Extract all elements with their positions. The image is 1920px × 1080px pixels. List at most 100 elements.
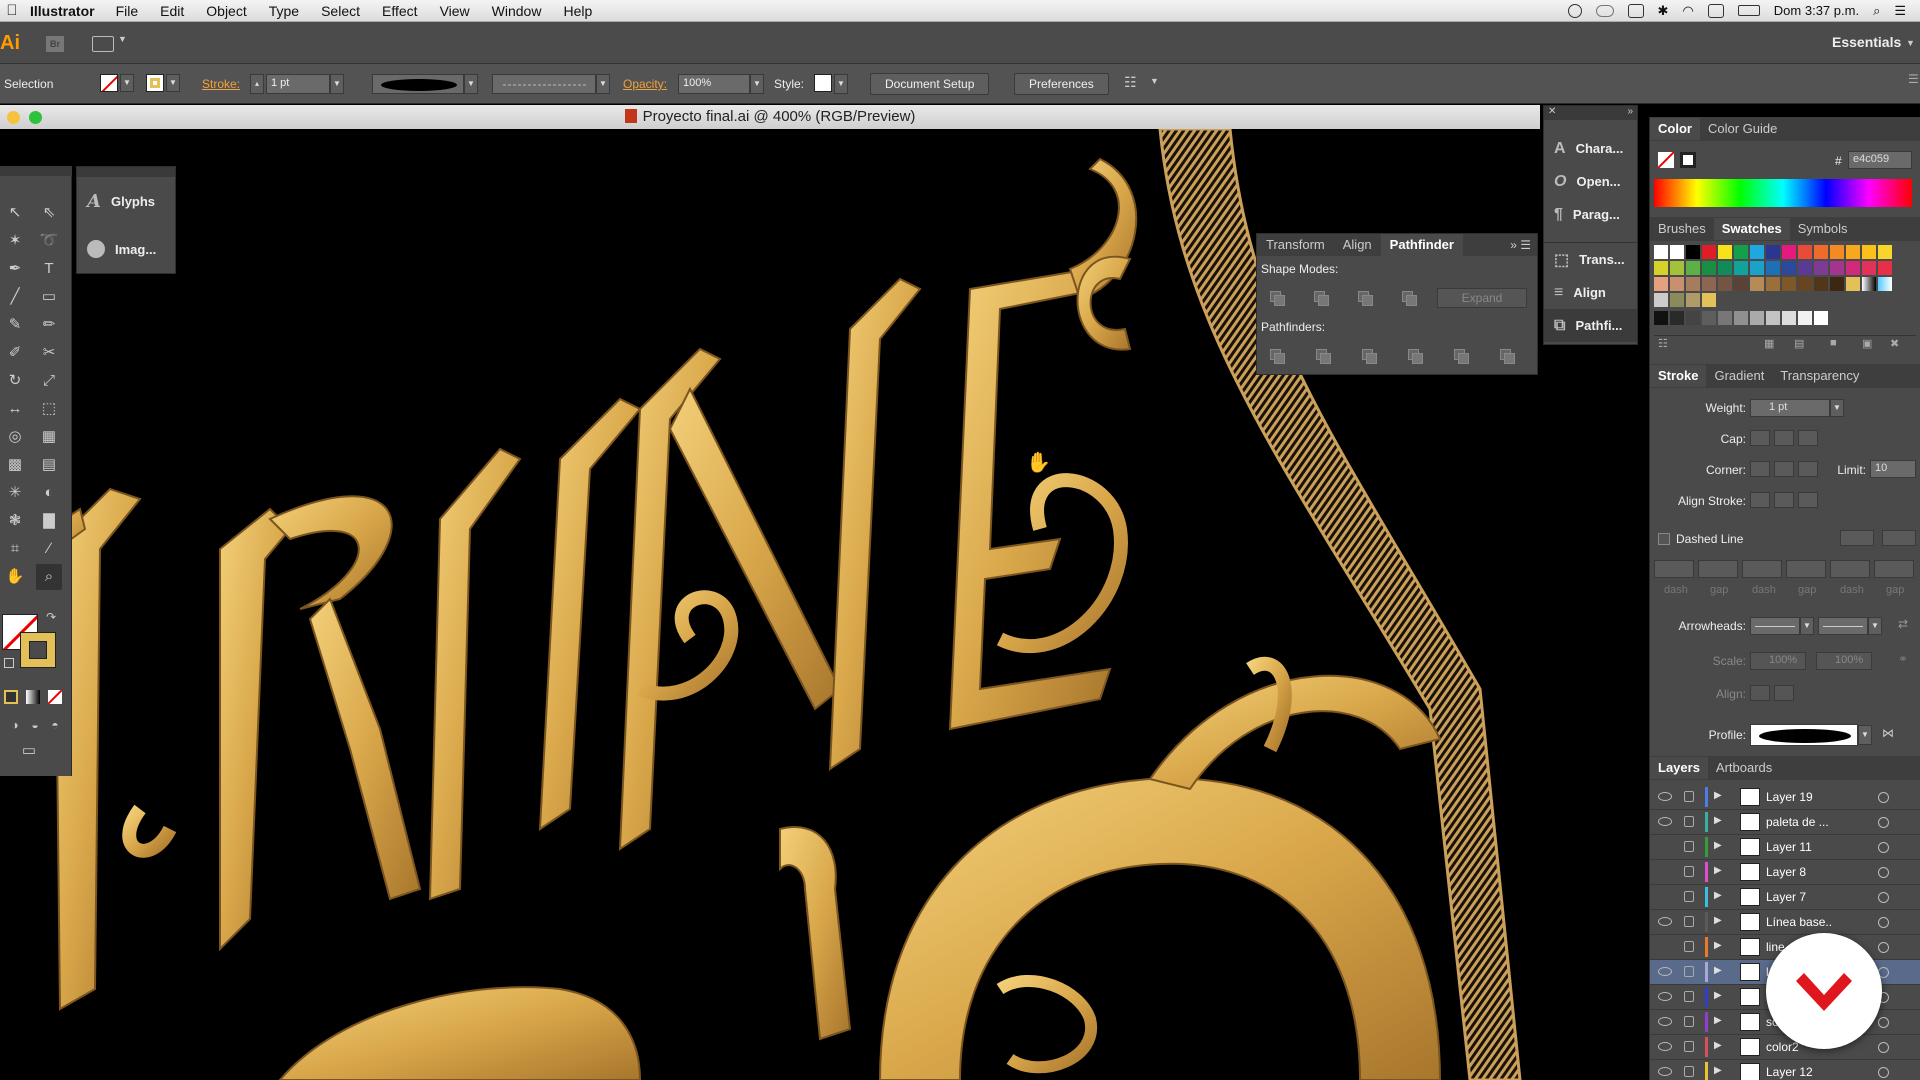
none-mode-icon[interactable] [48, 690, 62, 704]
swatch[interactable] [1654, 277, 1668, 291]
swatch[interactable] [1670, 245, 1684, 259]
swatch[interactable] [1814, 261, 1828, 275]
show-swatch-kinds-icon[interactable]: ▦ [1764, 337, 1774, 350]
arrow-tip-at-end-button[interactable] [1774, 685, 1794, 701]
rotate-tool-icon[interactable]: ↻ [2, 368, 28, 394]
panel-menu-icon[interactable]: » ☰ [1510, 238, 1537, 252]
gap-field[interactable] [1698, 560, 1738, 578]
disclosure-triangle-icon[interactable]: ▶ [1714, 940, 1722, 951]
tab-transform[interactable]: Transform [1257, 234, 1334, 256]
target-circle-icon[interactable] [1878, 867, 1889, 878]
swatch-pattern[interactable] [1686, 293, 1700, 307]
lock-icon[interactable] [1684, 891, 1694, 902]
layer-name[interactable]: Línea base.. [1766, 915, 1832, 929]
lock-icon[interactable] [1684, 791, 1694, 802]
chevron-down-icon[interactable]: ▼ [120, 74, 134, 92]
layer-row[interactable]: ▶ Layer 8 [1650, 860, 1920, 885]
disclosure-triangle-icon[interactable]: ▶ [1714, 815, 1722, 826]
arrange-documents-icon[interactable] [92, 36, 114, 52]
workspace-switcher[interactable]: Essentials [1832, 34, 1901, 50]
target-circle-icon[interactable] [1878, 792, 1889, 803]
bridge-button[interactable]: Br [46, 36, 64, 52]
selection-tool-icon[interactable]: ↖ [2, 200, 28, 226]
tab-pathfinder[interactable]: Pathfinder [1380, 234, 1463, 256]
trim-button[interactable] [1311, 344, 1333, 366]
disclosure-triangle-icon[interactable]: ▶ [1714, 1040, 1722, 1051]
swatch[interactable] [1814, 277, 1828, 291]
preserve-dash-button[interactable] [1840, 530, 1874, 546]
swatch[interactable] [1718, 245, 1732, 259]
limit-field[interactable]: 10 [1870, 460, 1916, 478]
swap-arrowheads-icon[interactable]: ⇄ [1898, 617, 1908, 631]
stroke-color-swatch[interactable] [146, 74, 164, 92]
transform-panel-button[interactable]: ⬚ Trans... [1544, 243, 1637, 276]
new-swatch-icon[interactable]: ▣ [1862, 337, 1872, 350]
gradient-mode-icon[interactable] [26, 690, 40, 704]
link-scale-icon[interactable]: ⚭ [1898, 652, 1908, 666]
creative-cloud-icon[interactable] [1595, 4, 1614, 17]
swatch[interactable] [1782, 245, 1796, 259]
document-setup-button[interactable]: Document Setup [870, 73, 990, 95]
pen-tool-icon[interactable]: ✒ [2, 256, 28, 282]
chevron-down-icon[interactable]: ▼ [750, 74, 764, 94]
chevron-down-icon[interactable]: ▼ [596, 74, 610, 94]
swatch[interactable] [1718, 261, 1732, 275]
delete-swatch-icon[interactable]: ✖ [1890, 337, 1899, 350]
layer-row[interactable]: ▶ Layer 11 [1650, 835, 1920, 860]
character-panel-button[interactable]: A Chara... [1544, 132, 1637, 165]
slice-tool-icon[interactable]: ∕ [36, 536, 62, 562]
eyedropper-tool-icon[interactable]: ✳ [2, 480, 28, 506]
swatch[interactable] [1798, 277, 1812, 291]
chevron-down-icon[interactable]: ▼ [834, 74, 848, 94]
menu-select[interactable]: Select [310, 3, 371, 19]
swatch-gray[interactable] [1654, 311, 1668, 325]
miter-join-button[interactable] [1750, 461, 1770, 477]
swatch[interactable] [1702, 261, 1716, 275]
target-circle-icon[interactable] [1878, 817, 1889, 828]
width-profile-select[interactable] [1750, 724, 1858, 746]
line-tool-icon[interactable]: ╱ [2, 284, 28, 310]
swatch[interactable] [1814, 245, 1828, 259]
swatch-gray[interactable] [1782, 311, 1796, 325]
new-color-group-icon[interactable]: ■ [1830, 337, 1837, 349]
notification-list-icon[interactable]: ☰ [1894, 3, 1906, 19]
chevron-down-icon[interactable]: ▼ [1906, 38, 1915, 48]
hex-color-field[interactable]: e4c059 [1848, 151, 1912, 169]
expand-button[interactable]: Expand [1437, 288, 1527, 308]
chevron-down-icon[interactable]: ▼ [1800, 617, 1814, 635]
variable-width-profile[interactable] [372, 74, 464, 94]
swatch[interactable] [1686, 277, 1700, 291]
scale-tool-icon[interactable]: ⤢ [36, 368, 62, 394]
swatch-gray[interactable] [1686, 311, 1700, 325]
blend-tool-icon[interactable]: ◐ [36, 480, 62, 506]
swatch[interactable] [1686, 261, 1700, 275]
type-tool-icon[interactable]: T [36, 256, 62, 282]
disclosure-triangle-icon[interactable]: ▶ [1714, 890, 1722, 901]
round-cap-button[interactable] [1774, 430, 1794, 446]
free-transform-tool-icon[interactable]: ⬚ [36, 396, 62, 422]
align-panel-button[interactable]: ≡ Align [1544, 276, 1637, 309]
magic-wand-tool-icon[interactable]: ✶ [2, 228, 28, 254]
paragraph-panel-button[interactable]: ¶ Parag... [1544, 198, 1637, 231]
stroke-color-box[interactable] [20, 632, 56, 668]
swatch-gradient[interactable] [1878, 277, 1892, 291]
lock-icon[interactable] [1684, 916, 1694, 927]
projecting-cap-button[interactable] [1798, 430, 1818, 446]
menu-help[interactable]: Help [552, 3, 603, 19]
butt-cap-button[interactable] [1750, 430, 1770, 446]
tab-layers[interactable]: Layers [1650, 757, 1708, 779]
lock-icon[interactable] [1684, 1041, 1694, 1052]
swatch[interactable] [1830, 261, 1844, 275]
menu-app-name[interactable]: Illustrator [24, 3, 105, 19]
lasso-tool-icon[interactable]: ➰ [36, 228, 62, 254]
brush-definition[interactable] [492, 74, 596, 94]
lock-icon[interactable] [1684, 841, 1694, 852]
opacity-label[interactable]: Opacity: [623, 77, 667, 91]
swatch[interactable] [1766, 277, 1780, 291]
swatch-gray[interactable] [1702, 311, 1716, 325]
chevron-down-icon[interactable]: ▼ [330, 74, 344, 94]
visibility-eye-icon[interactable] [1658, 917, 1672, 926]
visibility-eye-icon[interactable] [1658, 1042, 1672, 1051]
display-icon[interactable] [1627, 3, 1644, 18]
stroke-label[interactable]: Stroke: [202, 77, 240, 91]
